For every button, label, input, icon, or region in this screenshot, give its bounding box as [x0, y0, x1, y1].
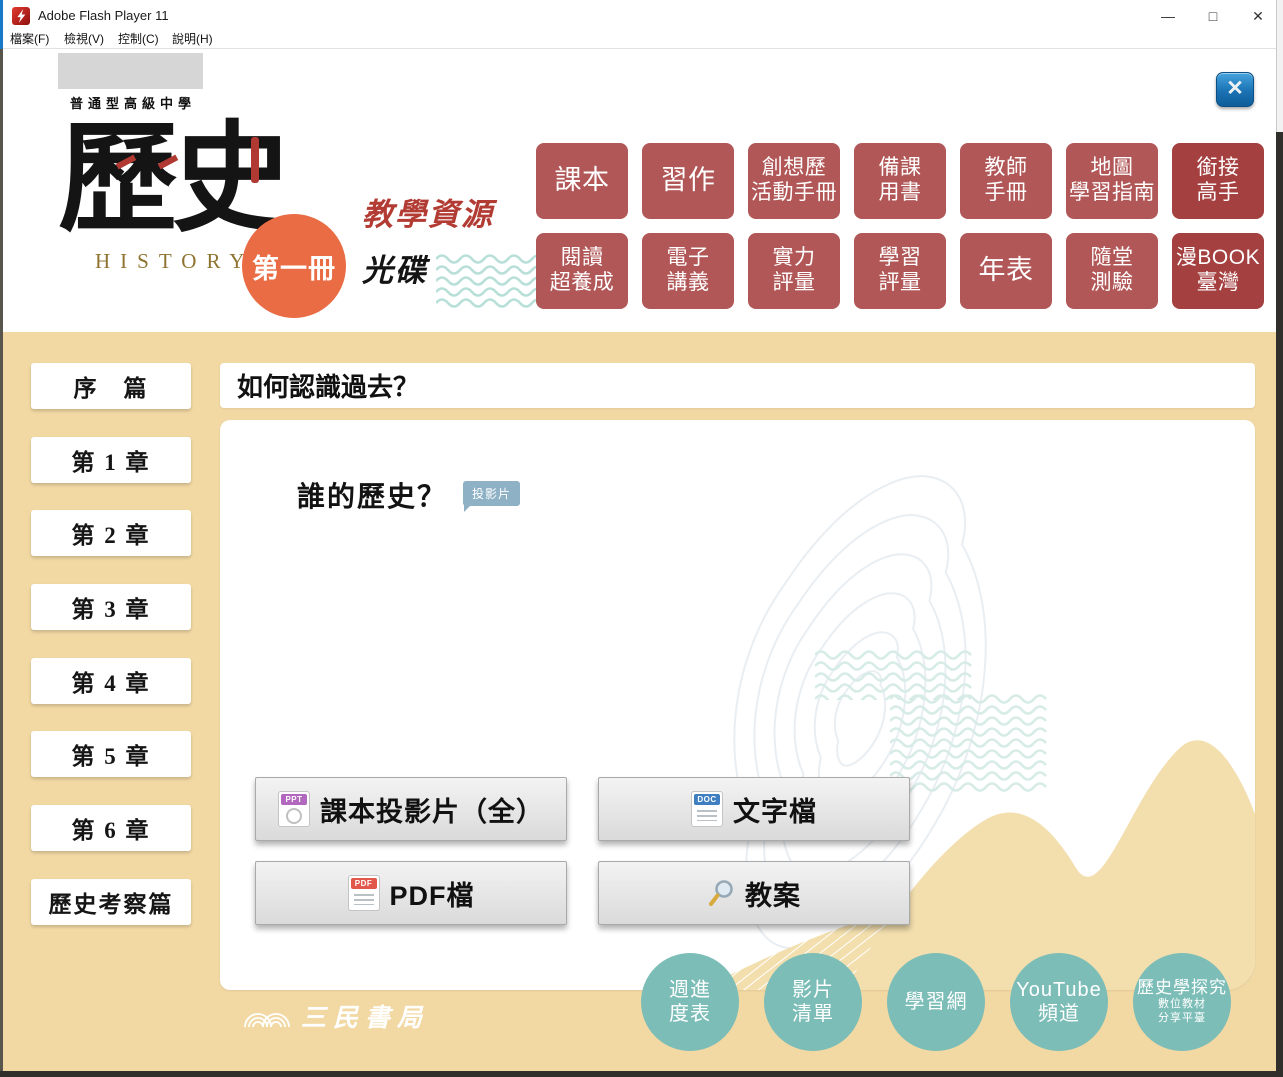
resource-button-teacher-manual[interactable]: 教師手冊 — [960, 143, 1052, 219]
sidebar-item-chapter-4[interactable]: 第 4 章 — [31, 658, 191, 704]
window-titlebar: Adobe Flash Player 11 — □ ✕ — [0, 0, 1283, 32]
resource-button-textbook[interactable]: 課本 — [536, 143, 628, 219]
sidebar-item-chapter-6[interactable]: 第 6 章 — [31, 805, 191, 851]
resource-label: 備課 — [879, 156, 922, 181]
slides-all-button[interactable]: PPT 課本投影片（全） — [255, 777, 567, 841]
pdf-file-icon: PDF — [348, 875, 380, 911]
volume-badge: 第一冊 — [242, 214, 346, 318]
resource-label: 隨堂 — [1091, 246, 1134, 271]
resource-button-timeline[interactable]: 年表 — [960, 233, 1052, 309]
minimize-button[interactable]: — — [1153, 4, 1183, 28]
menu-help[interactable]: 說明(H) — [172, 32, 213, 47]
publisher-brand: 三民書局 — [243, 998, 429, 1034]
sidebar-item-chapter-1[interactable]: 第 1 章 — [31, 437, 191, 483]
main-panel: 誰的歷史？ 投影片 PPT 課本投影片（全） DOC 文字檔 PDF — [220, 420, 1255, 990]
resource-label: 課本 — [555, 165, 610, 197]
menu-file[interactable]: 檔案(F) — [10, 32, 49, 47]
resource-button-bridging-expert[interactable]: 銜接高手 — [1172, 143, 1264, 219]
stage-header: 普通型高級中學 ✕ 歷史 HISTORY 第一冊 教學資源 光碟 課本 習作 創… — [0, 49, 1283, 332]
resource-label: 年表 — [979, 255, 1034, 287]
lesson-plan-button[interactable]: 教案 — [598, 861, 910, 925]
sidebar-item-field-study[interactable]: 歷史考察篇 — [31, 879, 191, 925]
section-header: 如何認識過去？ — [220, 363, 1255, 408]
resource-button-map-study-guide[interactable]: 地圖學習指南 — [1066, 143, 1158, 219]
resource-label: 地圖 — [1091, 156, 1134, 181]
resource-button-quiz[interactable]: 隨堂測驗 — [1066, 233, 1158, 309]
sidebar-item-chapter-5[interactable]: 第 5 章 — [31, 731, 191, 777]
resource-label: 習作 — [661, 165, 716, 197]
doc-file-icon: DOC — [691, 791, 723, 827]
video-list-button[interactable]: 影片清單 — [764, 953, 862, 1051]
topic-title: 誰的歷史？ — [297, 475, 447, 515]
slides-tag: 投影片 — [463, 481, 520, 506]
resource-label: 教師 — [985, 156, 1028, 181]
text-file-button[interactable]: DOC 文字檔 — [598, 777, 910, 841]
flash-icon — [12, 7, 30, 25]
logo-red-stroke-icon — [251, 137, 259, 183]
learning-site-button[interactable]: 學習網 — [887, 953, 985, 1051]
volume-label: 第一冊 — [252, 247, 336, 286]
flash-player-window: Adobe Flash Player 11 — □ ✕ 檔案(F) 檢視(V) … — [0, 0, 1283, 1077]
desktop-edge — [1276, 132, 1283, 1077]
window-border-left — [0, 49, 3, 1077]
resource-label: 學習 — [879, 246, 922, 271]
school-type-label: 普通型高級中學 — [48, 93, 218, 112]
close-window-button[interactable]: ✕ — [1243, 4, 1273, 28]
weekly-schedule-button[interactable]: 週進度表 — [641, 953, 739, 1051]
resource-label: 實力 — [773, 246, 816, 271]
resource-label: 電子 — [667, 246, 710, 271]
sidebar-item-intro[interactable]: 序 篇 — [31, 363, 191, 409]
youtube-channel-button[interactable]: YouTube頻道 — [1010, 953, 1108, 1051]
san-min-arches-icon — [243, 1005, 291, 1027]
pdf-file-button[interactable]: PDF PDF檔 — [255, 861, 567, 925]
resource-button-activity-handbook[interactable]: 創想歷活動手冊 — [748, 143, 840, 219]
resource-label: 銜接 — [1197, 156, 1240, 181]
resource-button-learning-assessment[interactable]: 學習評量 — [854, 233, 946, 309]
resource-tagline-1: 教學資源 — [362, 189, 494, 234]
window-border-right — [1276, 0, 1283, 132]
publisher-name: 三民書局 — [301, 998, 429, 1034]
publisher-logo-placeholder — [58, 53, 203, 89]
resource-label: 漫BOOK — [1176, 246, 1260, 271]
menu-view[interactable]: 檢視(V) — [64, 32, 104, 47]
window-title: Adobe Flash Player 11 — [38, 8, 169, 23]
app-close-button[interactable]: ✕ — [1216, 72, 1254, 107]
resource-tagline-2: 光碟 — [362, 245, 428, 290]
resource-button-e-lecture[interactable]: 電子講義 — [642, 233, 734, 309]
ppt-file-icon: PPT — [278, 791, 310, 827]
sidebar-item-chapter-3[interactable]: 第 3 章 — [31, 584, 191, 630]
resource-button-reading-builder[interactable]: 閱讀超養成 — [536, 233, 628, 309]
section-title: 如何認識過去？ — [237, 367, 419, 404]
resource-button-comic-book-taiwan[interactable]: 漫BOOK臺灣 — [1172, 233, 1264, 309]
resource-button-lesson-prep-book[interactable]: 備課用書 — [854, 143, 946, 219]
desktop-edge — [0, 1071, 1283, 1077]
resource-button-ability-assessment[interactable]: 實力評量 — [748, 233, 840, 309]
menu-control[interactable]: 控制(C) — [118, 32, 159, 47]
logo-subtitle: HISTORY — [95, 249, 254, 274]
resource-label: 創想歷 — [762, 156, 827, 181]
maximize-button[interactable]: □ — [1198, 4, 1228, 28]
window-border-left — [0, 0, 3, 49]
history-inquiry-platform-button[interactable]: 歷史學探究 數位教材 分享平臺 — [1133, 953, 1231, 1051]
sidebar-item-chapter-2[interactable]: 第 2 章 — [31, 510, 191, 556]
resource-label: 閱讀 — [561, 246, 604, 271]
menubar: 檔案(F) 檢視(V) 控制(C) 說明(H) — [0, 32, 1283, 49]
resource-button-workbook[interactable]: 習作 — [642, 143, 734, 219]
magnifier-icon — [707, 879, 735, 907]
